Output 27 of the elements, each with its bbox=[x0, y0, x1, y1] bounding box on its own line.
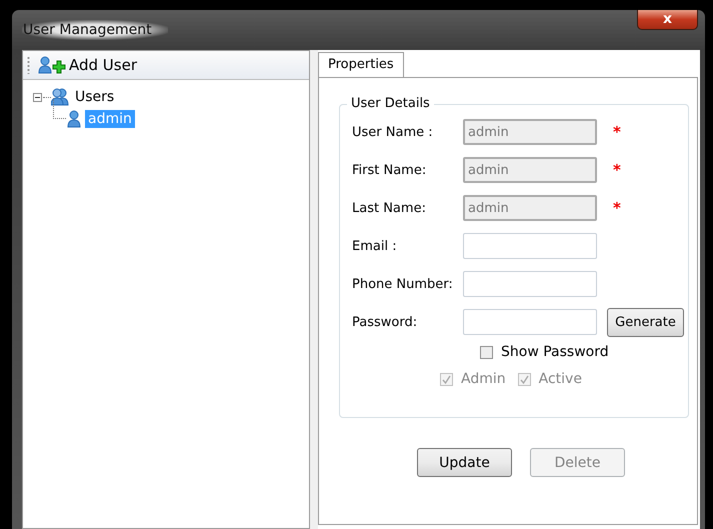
generate-button[interactable]: Generate bbox=[607, 308, 684, 336]
tab[interactable]: Properties bbox=[318, 52, 404, 78]
field-label: First Name: bbox=[352, 162, 428, 178]
required-mark: * bbox=[613, 123, 621, 141]
field-label: Email : bbox=[352, 238, 398, 254]
input-field[interactable] bbox=[463, 233, 597, 259]
action-button[interactable]: Update bbox=[417, 448, 512, 477]
required-mark: * bbox=[613, 199, 621, 217]
tree-item[interactable]: Users bbox=[72, 88, 118, 106]
user-icon bbox=[66, 110, 82, 128]
add-user-icon bbox=[38, 56, 66, 74]
required-mark: * bbox=[613, 161, 621, 179]
input-field[interactable] bbox=[463, 271, 597, 297]
window-title: User Management bbox=[22, 20, 168, 40]
field-label: User Name : bbox=[352, 124, 434, 140]
checkbox[interactable]: Show Password bbox=[480, 344, 609, 360]
field-label: Phone Number: bbox=[352, 276, 454, 292]
close-button[interactable]: x bbox=[637, 10, 698, 30]
add-user-button[interactable]: Add User bbox=[36, 55, 139, 75]
field-label: Last Name: bbox=[352, 200, 427, 216]
input-field[interactable] bbox=[463, 309, 597, 335]
collapse-icon[interactable] bbox=[33, 92, 42, 102]
field-label: Password: bbox=[352, 314, 418, 330]
tree-line bbox=[53, 98, 66, 119]
users-icon bbox=[51, 88, 69, 106]
toolbar-grip bbox=[27, 56, 30, 74]
tree-item[interactable]: admin bbox=[85, 110, 135, 128]
